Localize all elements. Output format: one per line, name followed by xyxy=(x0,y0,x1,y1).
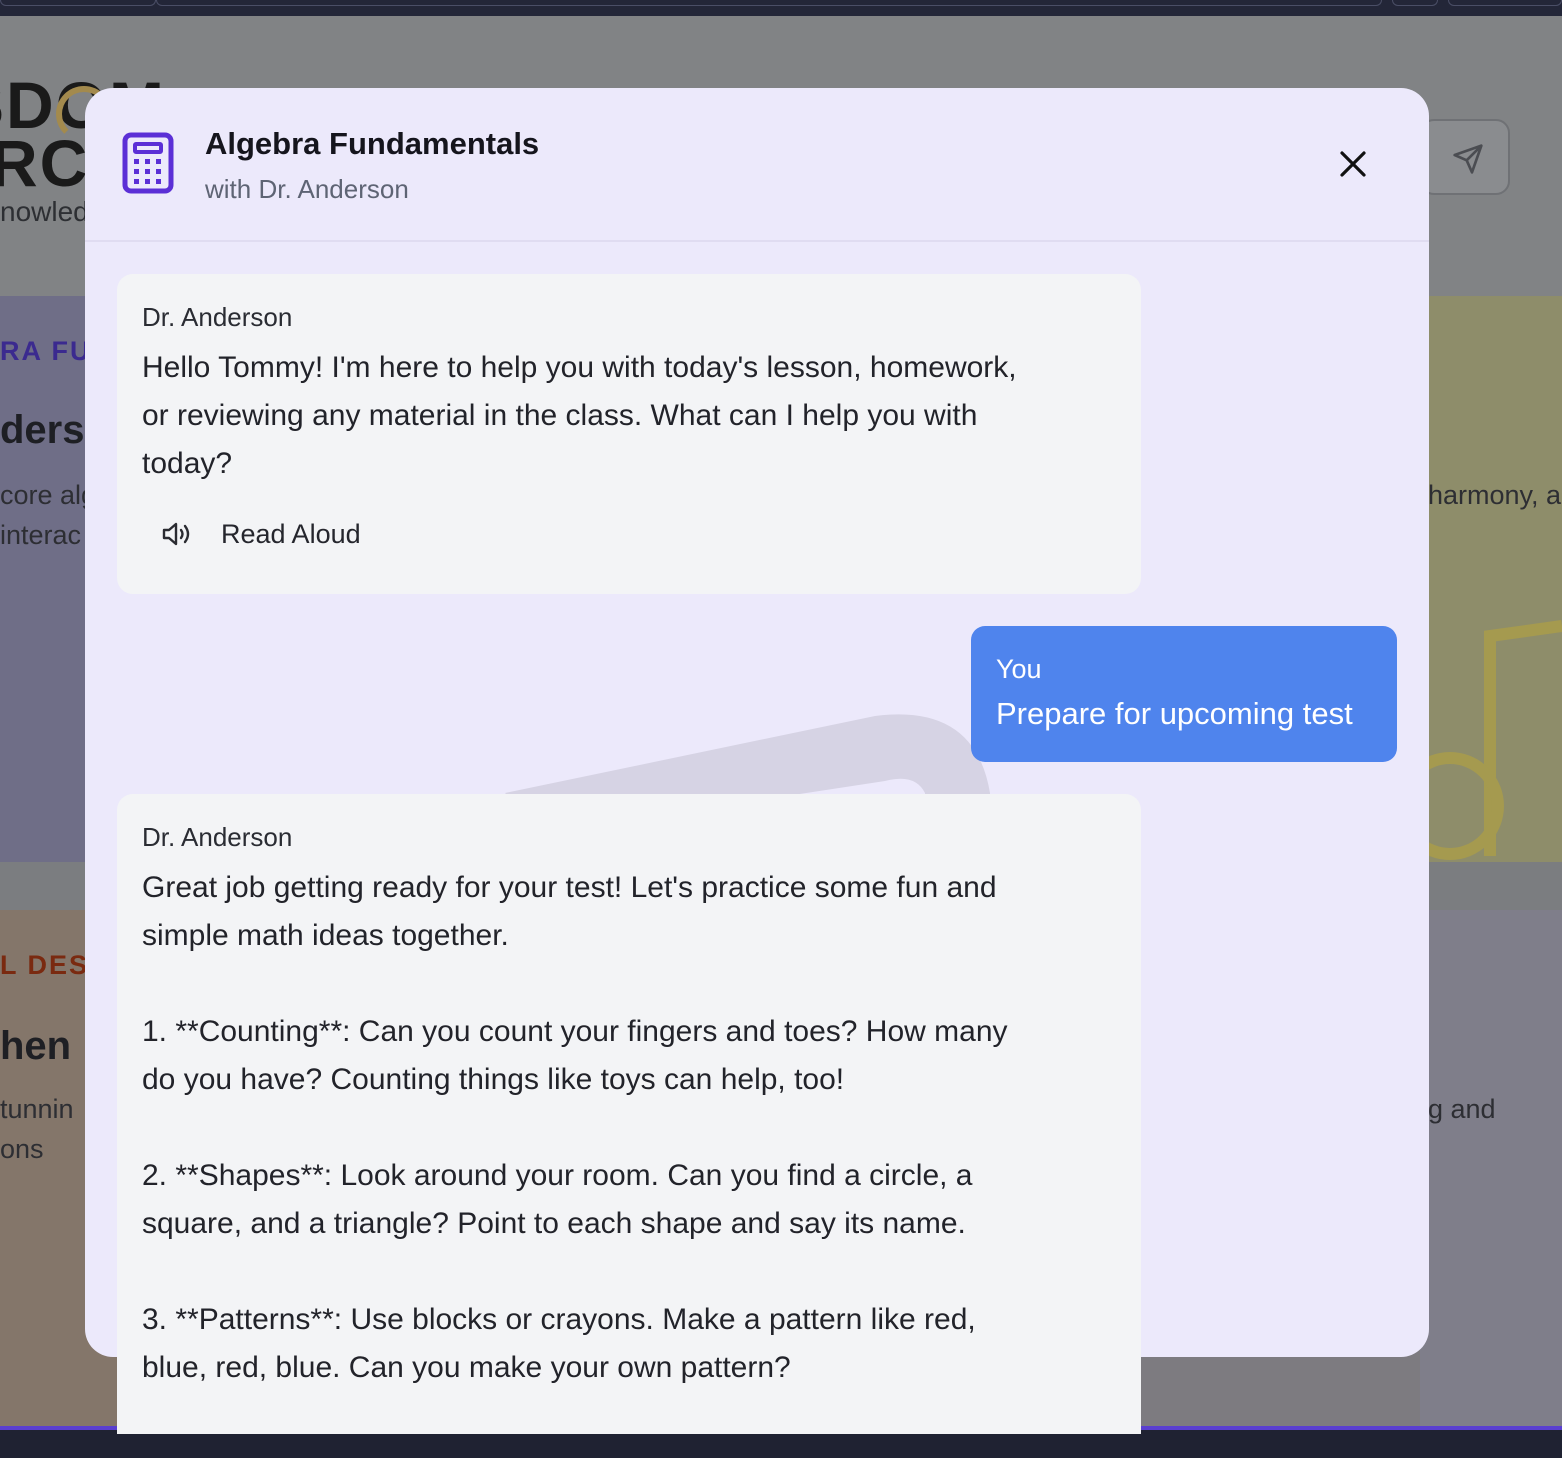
speaker-icon xyxy=(162,522,190,546)
tutor-chat-modal: Algebra Fundamentals with Dr. Anderson D… xyxy=(85,88,1429,1434)
read-aloud-label: Read Aloud xyxy=(221,518,361,549)
close-icon[interactable] xyxy=(1333,144,1373,184)
user-message: You Prepare for upcoming test xyxy=(971,626,1397,762)
message-sender: Dr. Anderson xyxy=(142,822,293,852)
card-category-label: L DES xyxy=(0,950,90,980)
card-description: g and xyxy=(1428,1094,1496,1124)
send-icon xyxy=(1453,144,1483,174)
modal-title: Algebra Fundamentals xyxy=(205,126,540,161)
read-aloud-button[interactable]: Read Aloud xyxy=(161,512,361,556)
message-sender: Dr. Anderson xyxy=(142,302,293,332)
tutor-message: Dr. Anderson Great job getting ready for… xyxy=(117,794,1141,1434)
message-text: Hello Tommy! I'm here to help you with t… xyxy=(142,351,1017,480)
card-description: ons xyxy=(0,1134,44,1164)
card-category-label: RA FU xyxy=(0,336,92,366)
message-text: Prepare for upcoming test xyxy=(996,696,1353,731)
message-sender: You xyxy=(996,654,1042,684)
message-text: Great job getting ready for your test! L… xyxy=(142,871,1008,1384)
browser-top-bar xyxy=(0,0,1562,16)
card-heading: ders xyxy=(0,408,85,452)
card-description: harmony, a xyxy=(1428,480,1562,510)
card-description: core alg xyxy=(0,480,97,510)
course-card-music[interactable] xyxy=(1420,296,1562,862)
card-description: tunnin xyxy=(0,1094,74,1124)
tutor-message: Dr. Anderson Hello Tommy! I'm here to he… xyxy=(117,274,1141,594)
send-button[interactable] xyxy=(1420,119,1510,195)
card-description: interac xyxy=(0,520,82,550)
modal-subtitle: with Dr. Anderson xyxy=(205,174,409,204)
music-note-icon xyxy=(1420,620,1562,860)
calculator-icon xyxy=(122,132,174,194)
site-tagline: nowled xyxy=(0,196,89,227)
card-heading: hen xyxy=(0,1024,72,1068)
modal-header: Algebra Fundamentals with Dr. Anderson xyxy=(85,88,1429,242)
